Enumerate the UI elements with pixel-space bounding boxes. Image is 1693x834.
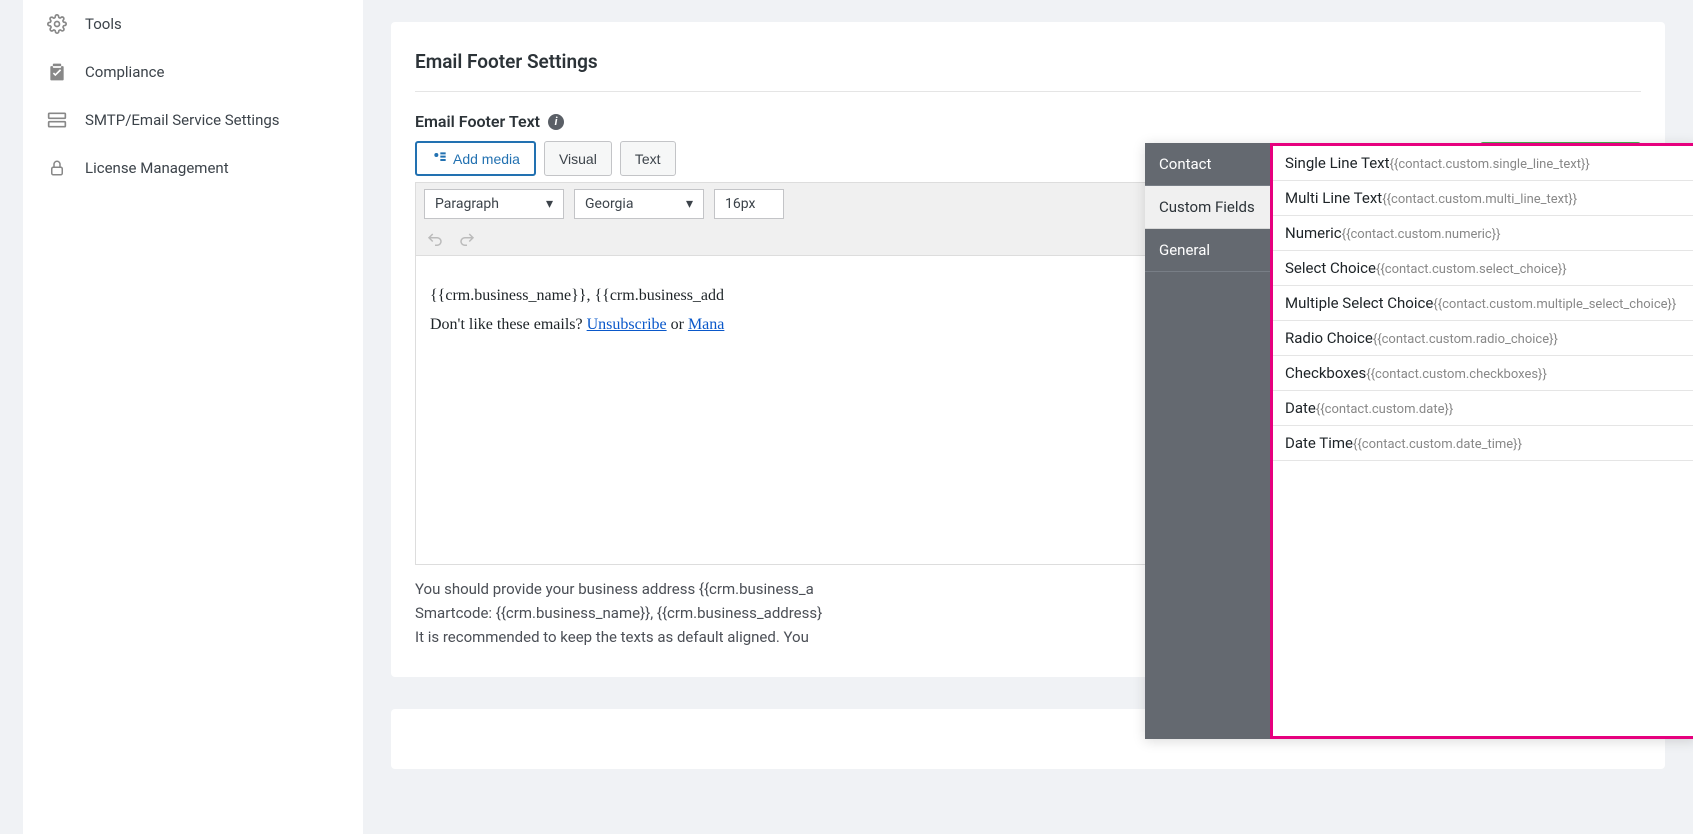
info-icon[interactable]: i xyxy=(548,114,564,130)
sidebar-item-label: Tools xyxy=(85,15,122,33)
undo-icon[interactable] xyxy=(424,229,446,251)
smartcodes-tabs: Contact Custom Fields General xyxy=(1145,143,1270,739)
redo-icon[interactable] xyxy=(456,229,478,251)
smartcode-code: {{contact.custom.select_choice}} xyxy=(1376,262,1567,277)
visual-tab-button[interactable]: Visual xyxy=(544,141,612,176)
hint-line2a: Smartcode: {{crm.business_name}}, {{crm.… xyxy=(415,601,822,625)
panel-title: Email Footer Settings xyxy=(415,50,1641,92)
field-label: Email Footer Text xyxy=(415,112,540,131)
smartcode-label: Date xyxy=(1285,399,1316,417)
sidebar-item-license[interactable]: License Management xyxy=(23,144,363,192)
smartcode-item[interactable]: Select Choice{{contact.custom.select_cho… xyxy=(1273,251,1693,286)
smartcode-item[interactable]: Numeric{{contact.custom.numeric}} xyxy=(1273,216,1693,251)
smartcodes-tab-contact[interactable]: Contact xyxy=(1145,143,1270,186)
smartcode-code: {{contact.custom.date}} xyxy=(1316,402,1453,417)
smartcodes-list: Single Line Text{{contact.custom.single_… xyxy=(1270,143,1693,739)
hint-line1: You should provide your business address… xyxy=(415,577,814,601)
font-family-select[interactable]: Georgia ▾ xyxy=(574,189,704,219)
smartcode-item[interactable]: Checkboxes{{contact.custom.checkboxes}} xyxy=(1273,356,1693,391)
smartcodes-tab-general[interactable]: General xyxy=(1145,229,1270,272)
smartcode-code: {{contact.custom.date_time}} xyxy=(1353,437,1522,452)
caret-down-icon: ▾ xyxy=(546,196,553,212)
smartcode-code: {{contact.custom.multiple_select_choice}… xyxy=(1433,297,1676,312)
sidebar-item-label: SMTP/Email Service Settings xyxy=(85,111,280,129)
smartcode-item[interactable]: Radio Choice{{contact.custom.radio_choic… xyxy=(1273,321,1693,356)
smartcode-item[interactable]: Single Line Text{{contact.custom.single_… xyxy=(1273,146,1693,181)
smartcode-code: {{contact.custom.checkboxes}} xyxy=(1366,367,1547,382)
text-tab-button[interactable]: Text xyxy=(620,141,676,176)
sidebar-item-label: License Management xyxy=(85,159,229,177)
manage-link[interactable]: Mana xyxy=(688,316,724,333)
smartcode-code: {{contact.custom.radio_choice}} xyxy=(1373,332,1558,347)
smartcode-label: Multiple Select Choice xyxy=(1285,294,1433,312)
add-media-button[interactable]: Add media xyxy=(415,141,536,176)
sidebar-item-smtp[interactable]: SMTP/Email Service Settings xyxy=(23,96,363,144)
smartcode-label: Date Time xyxy=(1285,434,1353,452)
lock-icon xyxy=(47,158,67,178)
smartcode-code: {{contact.custom.single_line_text}} xyxy=(1390,157,1590,172)
block-format-select[interactable]: Paragraph ▾ xyxy=(424,189,564,219)
editor-line2-sep: or xyxy=(671,316,688,333)
font-size-value: 16px xyxy=(725,196,755,212)
smartcodes-tab-custom-fields[interactable]: Custom Fields xyxy=(1145,186,1270,229)
block-format-value: Paragraph xyxy=(435,196,499,212)
unsubscribe-link[interactable]: Unsubscribe xyxy=(587,316,667,333)
smartcode-code: {{contact.custom.numeric}} xyxy=(1342,227,1501,242)
smartcode-label: Checkboxes xyxy=(1285,364,1366,382)
smartcode-label: Select Choice xyxy=(1285,259,1376,277)
editor-line1: {{crm.business_name}}, {{crm.business_ad… xyxy=(430,287,724,304)
smartcode-label: Radio Choice xyxy=(1285,329,1373,347)
smartcode-item[interactable]: Date{{contact.custom.date}} xyxy=(1273,391,1693,426)
server-icon xyxy=(47,110,67,130)
add-media-label: Add media xyxy=(453,151,520,167)
clipboard-icon xyxy=(47,62,67,82)
smartcode-label: Multi Line Text xyxy=(1285,189,1382,207)
smartcode-label: Numeric xyxy=(1285,224,1342,242)
smartcode-code: {{contact.custom.multi_line_text}} xyxy=(1382,192,1577,207)
sidebar-item-label: Compliance xyxy=(85,63,164,81)
caret-down-icon: ▾ xyxy=(686,196,693,212)
smartcode-label: Single Line Text xyxy=(1285,154,1390,172)
font-size-select[interactable]: 16px xyxy=(714,189,784,219)
smartcodes-popup: Contact Custom Fields General Single Lin… xyxy=(1145,143,1693,739)
font-family-value: Georgia xyxy=(585,196,633,212)
smartcode-item[interactable]: Date Time{{contact.custom.date_time}} xyxy=(1273,426,1693,461)
hint-line3: It is recommended to keep the texts as d… xyxy=(415,625,809,649)
media-icon xyxy=(431,150,447,167)
main-content: Email Footer Settings Email Footer Text … xyxy=(363,0,1693,834)
sidebar-item-tools[interactable]: Tools xyxy=(23,0,363,48)
gear-icon xyxy=(47,14,67,34)
smartcode-item[interactable]: Multi Line Text{{contact.custom.multi_li… xyxy=(1273,181,1693,216)
sidebar: Tools Compliance SMTP/Email Service Sett… xyxy=(23,0,363,834)
sidebar-item-compliance[interactable]: Compliance xyxy=(23,48,363,96)
smartcode-item[interactable]: Multiple Select Choice{{contact.custom.m… xyxy=(1273,286,1693,321)
editor-line2-text: Don't like these emails? xyxy=(430,316,587,333)
